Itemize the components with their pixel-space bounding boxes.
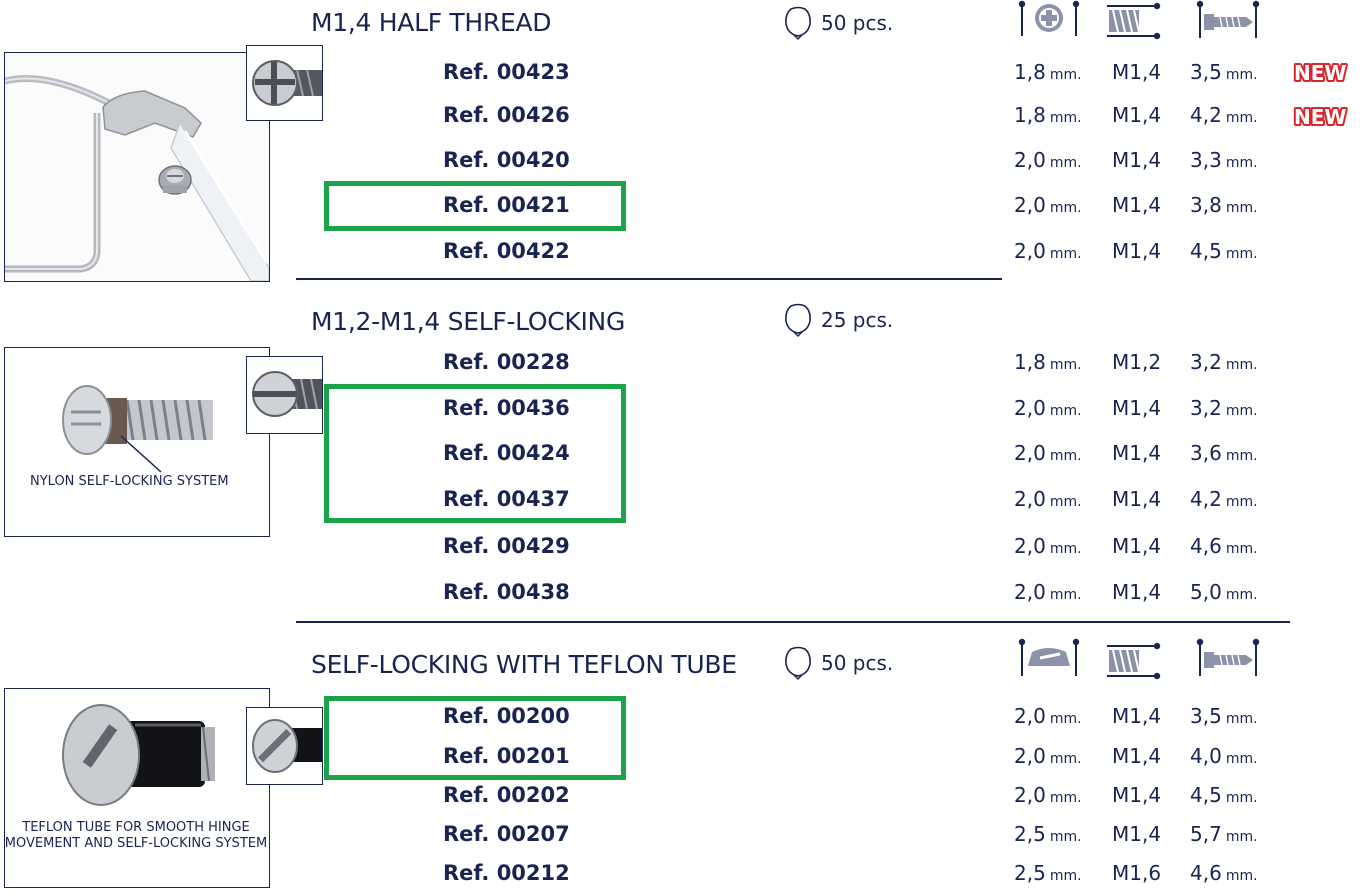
thread-value: M1,4: [1112, 744, 1162, 768]
ref-code: Ref. 00420: [443, 148, 570, 172]
screw-thumbnail-half-thread: [246, 45, 323, 121]
svg-text:NEW: NEW: [1294, 105, 1346, 128]
thread-value: M1,4: [1112, 487, 1162, 511]
length-value: 3,5 mm.: [1190, 60, 1258, 84]
head-diameter-value: 2,0 mm.: [1014, 580, 1082, 604]
head-diameter-value: 2,0 mm.: [1014, 704, 1082, 728]
highlight-box: [324, 181, 626, 231]
nylon-caption: NYLON SELF-LOCKING SYSTEM: [30, 474, 229, 489]
thread-value: M1,6: [1112, 861, 1162, 885]
highlight-box: [324, 384, 626, 523]
package-count: 25 pcs.: [783, 303, 893, 337]
head-diameter-value: 2,0 mm.: [1014, 783, 1082, 807]
length-value: 3,6 mm.: [1190, 441, 1258, 465]
thread-value: M1,4: [1112, 60, 1162, 84]
package-icon: [785, 6, 811, 40]
head-diameter-value: 1,8 mm.: [1014, 60, 1082, 84]
head-diameter-value: 1,8 mm.: [1014, 103, 1082, 127]
head-diameter-value: 2,0 mm.: [1014, 441, 1082, 465]
length-value: 5,0 mm.: [1190, 580, 1258, 604]
ref-code: Ref. 00202: [443, 783, 570, 807]
thread-value: M1,4: [1112, 534, 1162, 558]
ref-code: Ref. 00207: [443, 822, 570, 846]
length-value: 3,3 mm.: [1190, 148, 1258, 172]
teflon-caption: TEFLON TUBE FOR SMOOTH HINGE MOVEMENT AN…: [4, 820, 268, 851]
ref-code: Ref. 00426: [443, 103, 570, 127]
thread-value: M1,4: [1112, 704, 1162, 728]
new-badge: NEW NEW: [1292, 104, 1348, 128]
head-diameter-value: 2,5 mm.: [1014, 822, 1082, 846]
thread-icon: [1107, 642, 1161, 680]
package-icon: [785, 303, 811, 337]
package-count: 50 pcs.: [783, 646, 893, 680]
length-value: 4,6 mm.: [1190, 534, 1258, 558]
length-value: 3,8 mm.: [1190, 193, 1258, 217]
length-value: 4,5 mm.: [1190, 239, 1258, 263]
head-diameter-value: 2,0 mm.: [1014, 487, 1082, 511]
length-value: 4,2 mm.: [1190, 103, 1258, 127]
length-value: 3,2 mm.: [1190, 350, 1258, 374]
head-diameter-value: 2,0 mm.: [1014, 396, 1082, 420]
ref-code: Ref. 00212: [443, 861, 570, 885]
head-diameter-icon: [1018, 638, 1080, 676]
length-icon: [1196, 638, 1260, 676]
head-diameter-value: 2,0 mm.: [1014, 744, 1082, 768]
ref-code: Ref. 00423: [443, 60, 570, 84]
screw-thumbnail-teflon: [246, 707, 323, 785]
section-title-teflon: SELF-LOCKING WITH TEFLON TUBE: [311, 650, 737, 679]
length-value: 5,7 mm.: [1190, 822, 1258, 846]
ref-code: Ref. 00429: [443, 534, 570, 558]
section-title-self-locking: M1,2-M1,4 SELF-LOCKING: [311, 307, 626, 336]
new-badge: NEW NEW: [1292, 60, 1348, 84]
package-icon: [785, 646, 811, 680]
highlight-box: [324, 696, 626, 780]
package-count: 50 pcs.: [783, 6, 893, 40]
thread-icon: [1107, 2, 1161, 40]
thread-value: M1,4: [1112, 103, 1162, 127]
head-diameter-value: 2,0 mm.: [1014, 239, 1082, 263]
eyeglasses-hinge-photo: [4, 52, 270, 282]
section-title-half-thread: M1,4 HALF THREAD: [311, 8, 552, 37]
thread-value: M1,4: [1112, 396, 1162, 420]
nylon-screw-photo: [4, 347, 270, 537]
length-value: 3,5 mm.: [1190, 704, 1258, 728]
svg-text:NEW: NEW: [1294, 61, 1346, 84]
thread-value: M1,4: [1112, 148, 1162, 172]
length-icon: [1196, 0, 1260, 38]
thread-value: M1,4: [1112, 441, 1162, 465]
teflon-screw-photo: [4, 688, 270, 888]
ref-code: Ref. 00422: [443, 239, 570, 263]
length-value: 3,2 mm.: [1190, 396, 1258, 420]
section-divider: [296, 278, 1002, 280]
head-diameter-value: 2,0 mm.: [1014, 148, 1082, 172]
length-value: 4,6 mm.: [1190, 861, 1258, 885]
head-diameter-value: 2,0 mm.: [1014, 534, 1082, 558]
head-diameter-value: 2,5 mm.: [1014, 861, 1082, 885]
length-value: 4,0 mm.: [1190, 744, 1258, 768]
screw-thumbnail-self-locking: [246, 356, 323, 434]
head-diameter-icon: [1018, 0, 1080, 36]
ref-code: Ref. 00228: [443, 350, 570, 374]
length-value: 4,2 mm.: [1190, 487, 1258, 511]
ref-code: Ref. 00438: [443, 580, 570, 604]
thread-value: M1,4: [1112, 193, 1162, 217]
section-divider: [296, 621, 1290, 623]
thread-value: M1,4: [1112, 783, 1162, 807]
head-diameter-value: 1,8 mm.: [1014, 350, 1082, 374]
thread-value: M1,2: [1112, 350, 1162, 374]
thread-value: M1,4: [1112, 822, 1162, 846]
length-value: 4,5 mm.: [1190, 783, 1258, 807]
thread-value: M1,4: [1112, 239, 1162, 263]
head-diameter-value: 2,0 mm.: [1014, 193, 1082, 217]
thread-value: M1,4: [1112, 580, 1162, 604]
